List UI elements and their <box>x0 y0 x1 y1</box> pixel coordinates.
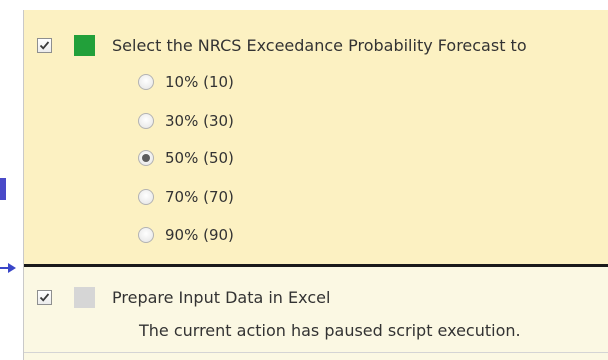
radio-option-10[interactable]: 10% (10) <box>138 71 234 93</box>
radio-label: 30% (30) <box>165 112 234 130</box>
step-select-forecast: Select the NRCS Exceedance Probability F… <box>24 10 608 264</box>
radio-button-selected[interactable] <box>138 150 154 166</box>
radio-label: 70% (70) <box>165 188 234 206</box>
step-prepare-input: Prepare Input Data in Excel The current … <box>24 267 608 360</box>
radio-label: 90% (90) <box>165 226 234 244</box>
radio-option-90[interactable]: 90% (90) <box>138 224 234 246</box>
radio-option-30[interactable]: 30% (30) <box>138 110 234 132</box>
checkmark-icon <box>39 40 50 50</box>
step-checkbox[interactable] <box>37 289 52 305</box>
row-separator <box>24 352 608 353</box>
status-square-icon <box>74 34 95 56</box>
radio-button[interactable] <box>138 227 154 243</box>
radio-label: 10% (10) <box>165 73 234 91</box>
radio-option-50[interactable]: 50% (50) <box>138 147 234 169</box>
step-checkbox[interactable] <box>37 37 52 53</box>
status-square-icon <box>74 286 95 308</box>
radio-button[interactable] <box>138 189 154 205</box>
script-steps-panel: Select the NRCS Exceedance Probability F… <box>23 10 608 360</box>
step-title: Select the NRCS Exceedance Probability F… <box>112 35 527 55</box>
radio-option-70[interactable]: 70% (70) <box>138 186 234 208</box>
arrow-right-icon <box>0 263 16 273</box>
step-header: Prepare Input Data in Excel <box>24 284 608 310</box>
left-edge-marker <box>0 178 6 200</box>
step-title: Prepare Input Data in Excel <box>112 287 331 307</box>
radio-button[interactable] <box>138 74 154 90</box>
checkmark-icon <box>39 292 50 302</box>
radio-label: 50% (50) <box>165 149 234 167</box>
step-header: Select the NRCS Exceedance Probability F… <box>24 32 608 58</box>
radio-button[interactable] <box>138 113 154 129</box>
step-message: The current action has paused script exe… <box>139 321 521 340</box>
